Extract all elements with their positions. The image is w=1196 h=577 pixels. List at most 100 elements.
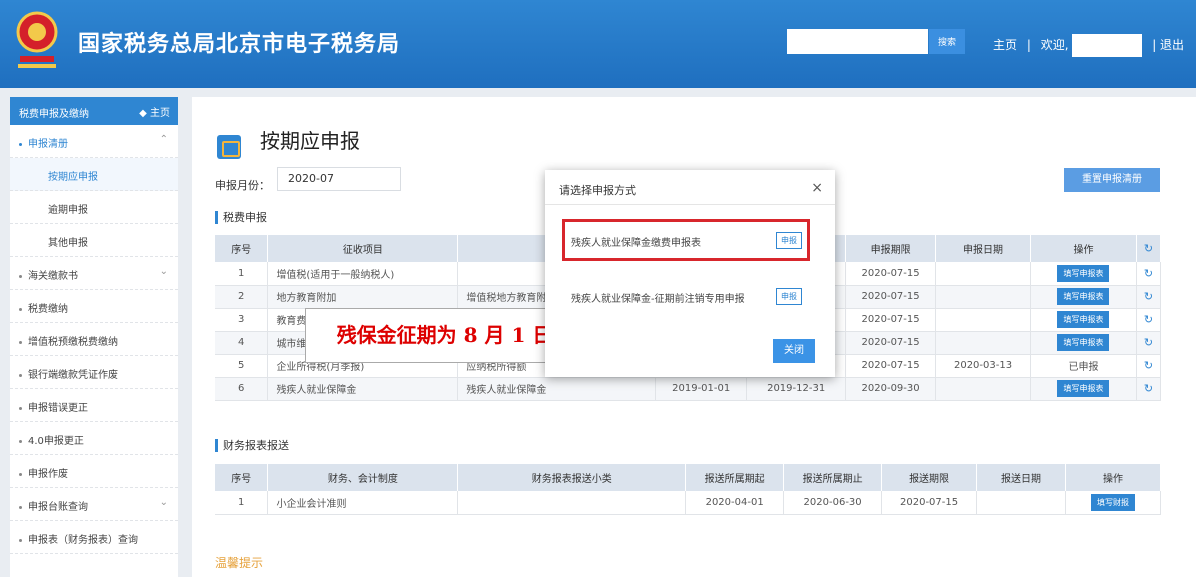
welcome-text: 欢迎, (1040, 38, 1069, 52)
cell-deadline: 2020-07-15 (845, 331, 937, 355)
declare-method-dialog: 请选择申报方式 × 残疾人就业保障金缴费申报表 申报 残疾人就业保障金-征期前注… (545, 170, 835, 377)
tax-col-refresh[interactable]: ↻ (1136, 235, 1162, 262)
top-separator: | (1026, 38, 1031, 52)
sidebar-item-label: 4.0申报更正 (28, 436, 84, 447)
sidebar-item[interactable]: 申报台账查询 ⌄ (10, 488, 178, 521)
sidebar-item-label: 增值税预缴税费缴纳 (28, 337, 118, 348)
search-input[interactable] (787, 29, 928, 54)
bullet-icon (19, 274, 22, 278)
dialog-title: 请选择申报方式 (559, 184, 636, 197)
fill-form-button[interactable]: 填写申报表 (1057, 264, 1110, 282)
fill-form-button[interactable]: 填写申报表 (1057, 288, 1110, 305)
cell-refresh: ↻ (1136, 308, 1162, 332)
cell-action: 填写申报表 (1030, 377, 1137, 401)
fin-col-header: 报送所属期止 (783, 464, 883, 491)
tax-col-date: 申报日期 (935, 235, 1032, 262)
cell-no: 1 (215, 491, 269, 515)
site-title: 国家税务总局北京市电子税务局 (78, 32, 401, 57)
sidebar-item-label: 申报错误更正 (28, 403, 88, 414)
table-row: 6 残疾人就业保障金 残疾人就业保障金 2019-01-01 2019-12-31 202… (215, 377, 1162, 401)
chevron-down-icon[interactable]: ⌄ (160, 266, 168, 277)
reset-list-button[interactable]: 重置申报清册 (1064, 168, 1160, 192)
month-label: 申报月份： (215, 179, 270, 192)
month-input[interactable]: 2020-07 (277, 167, 401, 191)
declare-button-option2[interactable]: 申报 (776, 288, 802, 305)
home-link[interactable]: 主页 (993, 38, 1017, 52)
top-header: 国家税务总局北京市电子税务局 搜索 主页 | 欢迎, | 退出 (0, 0, 1196, 88)
sidebar-item[interactable]: 按期应申报 (10, 158, 178, 191)
refresh-icon[interactable]: ↻ (1144, 267, 1153, 280)
financial-section-title: 财务报表报送 (215, 439, 289, 452)
cell-date (935, 377, 1032, 401)
sidebar-home-link[interactable]: ◆ 主页 (139, 104, 170, 119)
sidebar-item[interactable]: 申报清册 ⌃ (10, 125, 178, 158)
cell-end: 2020-06-30 (783, 491, 883, 515)
sidebar: 税费申报及缴纳 ◆ 主页 申报清册 ⌃ 按期应申报逾期申报 其他申报海关缴款书 ⌄ 税费缴… (10, 97, 178, 577)
chevron-up-icon[interactable]: ⌃ (160, 134, 168, 145)
cell-deadline: 2020-07-15 (845, 308, 937, 332)
sidebar-item[interactable]: 海关缴款书 ⌄ (10, 257, 178, 290)
fill-form-button[interactable]: 填写申报表 (1057, 380, 1110, 397)
sidebar-item-label: 申报表（财务报表）查询 (28, 535, 138, 546)
cell-start: 2020-04-01 (685, 491, 785, 515)
cell-action: 填写申报表 (1030, 331, 1137, 355)
page-title: 按期应申报 (260, 129, 360, 153)
sidebar-item-label: 按期应申报 (48, 172, 98, 183)
logout-link[interactable]: | 退出 (1152, 38, 1184, 52)
sidebar-item[interactable]: 逾期申报 (10, 191, 178, 224)
option-disability-fund-form: 残疾人就业保障金缴费申报表 (571, 238, 701, 249)
sidebar-home-label: 主页 (150, 108, 170, 119)
cell-item: 残疾人就业保障金 (267, 377, 459, 401)
cell-start: 2019-01-01 (655, 377, 748, 401)
cell-action: 填写申报表 (1030, 262, 1137, 286)
cell-action: 已申报 (1030, 354, 1137, 378)
fill-form-button[interactable]: 填写申报表 (1057, 334, 1110, 351)
bullet-icon (19, 439, 22, 443)
fill-financial-report-button[interactable]: 填写财报 (1090, 493, 1135, 511)
close-icon[interactable]: × (811, 180, 823, 196)
cell-item: 地方教育附加 (267, 285, 459, 309)
tax-col-action: 操作 (1030, 235, 1137, 262)
sidebar-item[interactable]: 4.0申报更正 (10, 422, 178, 455)
fin-col-header: 操作 (1065, 464, 1162, 491)
fin-col-header: 财务报表报送小类 (457, 464, 687, 491)
fill-form-button[interactable]: 填写申报表 (1057, 311, 1110, 328)
sidebar-item[interactable]: 申报表（财务报表）查询 (10, 521, 178, 554)
refresh-icon[interactable]: ↻ (1144, 382, 1153, 395)
tax-col-no: 序号 (215, 235, 269, 262)
top-links: 主页 | 欢迎, | 退出 (993, 34, 1190, 57)
refresh-icon[interactable]: ↻ (1144, 313, 1153, 326)
financial-table: 序号 财务、会计制度 财务报表报送小类 报送所属期起 报送所属期止 报送期限 报送日期 操作 … (215, 464, 1162, 515)
cell-refresh: ↻ (1136, 377, 1162, 401)
sidebar-items: 申报清册 ⌃ 按期应申报逾期申报 其他申报海关缴款书 ⌄ 税费缴纳增值税预缴税费缴纳银行端… (10, 125, 178, 554)
sidebar-item[interactable]: 银行端缴款凭证作废 (10, 356, 178, 389)
sidebar-item[interactable]: 税费缴纳 (10, 290, 178, 323)
sidebar-item[interactable]: 增值税预缴税费缴纳 (10, 323, 178, 356)
username-box (1072, 34, 1143, 57)
sidebar-item[interactable]: 其他申报 (10, 224, 178, 257)
tax-col-item: 征收项目 (267, 235, 459, 262)
bullet-icon (19, 307, 22, 311)
declared-status: 已申报 (1068, 362, 1099, 373)
refresh-icon[interactable]: ↻ (1144, 242, 1153, 255)
fin-col-header: 报送所属期起 (685, 464, 785, 491)
cell-deadline: 2020-09-30 (845, 377, 937, 401)
search-button[interactable]: 搜索 (929, 29, 965, 54)
bullet-icon (19, 373, 22, 377)
report-icon (217, 135, 241, 159)
refresh-icon[interactable]: ↻ (1144, 359, 1153, 372)
cell-no: 5 (215, 354, 269, 378)
sidebar-header: 税费申报及缴纳 ◆ 主页 (10, 97, 178, 125)
bullet-icon (19, 538, 22, 542)
dialog-close-button[interactable]: 关闭 (773, 339, 815, 363)
refresh-icon[interactable]: ↻ (1144, 336, 1153, 349)
cell-action: 填写财报 (1065, 491, 1162, 515)
fin-col-header: 报送期限 (881, 464, 978, 491)
sidebar-item[interactable]: 申报作废 (10, 455, 178, 488)
chevron-down-icon[interactable]: ⌄ (160, 497, 168, 508)
sidebar-item[interactable]: 申报错误更正 (10, 389, 178, 422)
refresh-icon[interactable]: ↻ (1144, 290, 1153, 303)
cell-deadline: 2020-07-15 (881, 491, 978, 515)
declare-button-option1[interactable]: 申报 (776, 232, 802, 249)
sidebar-item-label: 海关缴款书 (28, 271, 78, 282)
